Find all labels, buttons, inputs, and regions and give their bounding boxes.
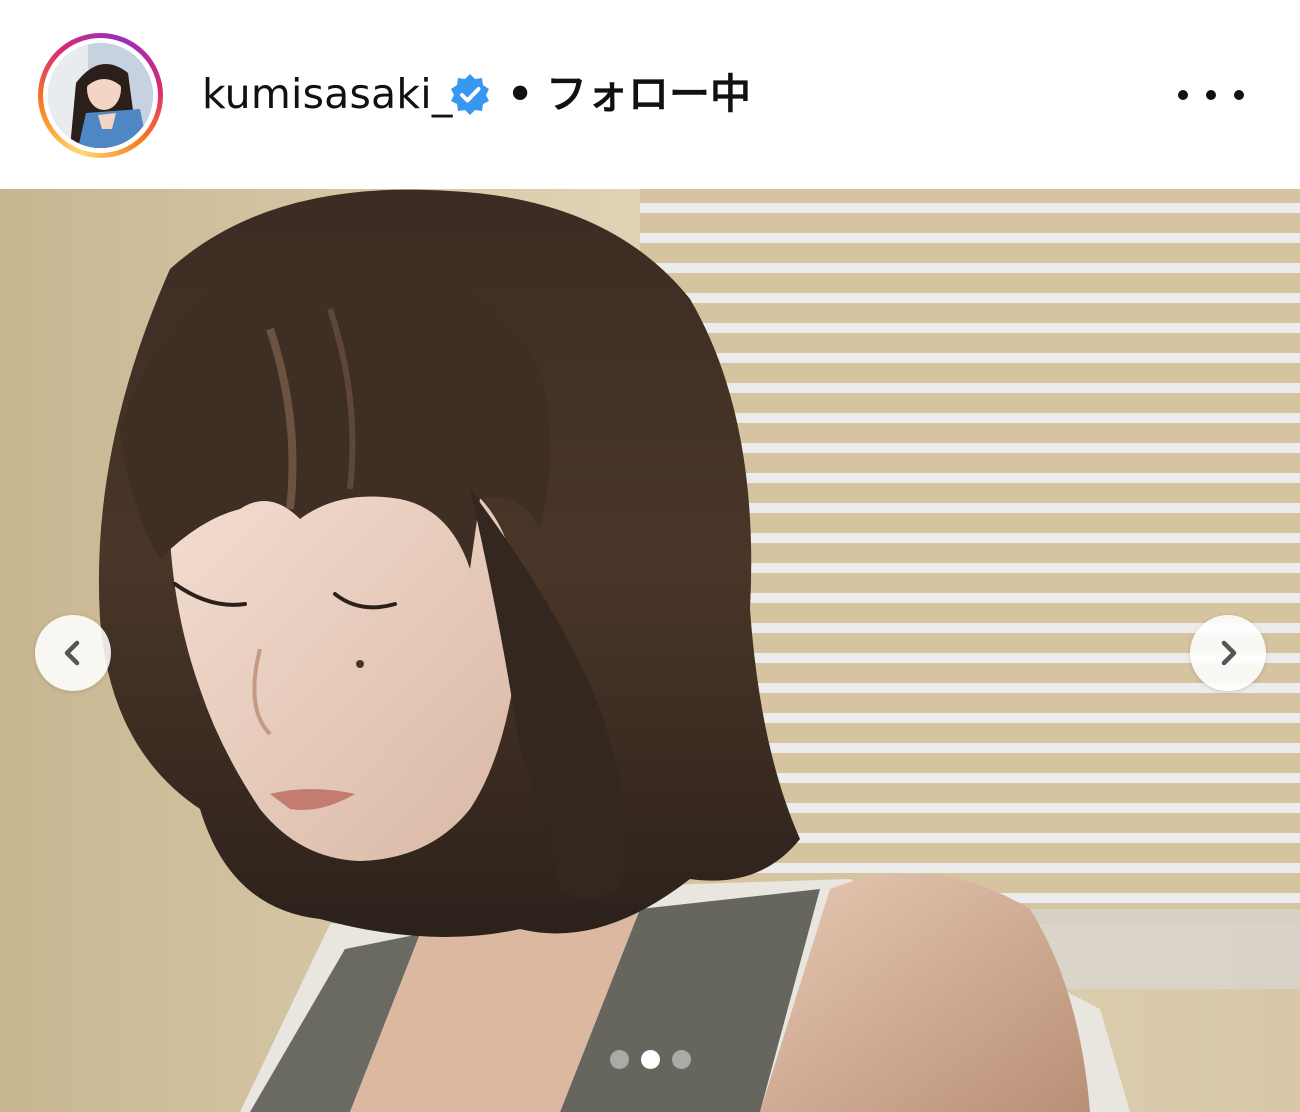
carousel-dot[interactable] xyxy=(640,1050,660,1069)
post-photo[interactable] xyxy=(0,189,1300,1112)
avatar[interactable] xyxy=(48,43,153,148)
carousel-dot[interactable] xyxy=(671,1050,691,1069)
previous-slide-button[interactable] xyxy=(35,615,111,691)
next-slide-button[interactable] xyxy=(1190,615,1266,691)
carousel-dot[interactable] xyxy=(609,1050,629,1069)
story-ring[interactable] xyxy=(38,33,163,158)
post-header: kumisasaki_ • フォロー中 xyxy=(0,0,1300,189)
verified-badge-icon xyxy=(448,72,492,116)
chevron-left-icon xyxy=(64,640,80,666)
chevron-right-icon xyxy=(1221,640,1237,666)
more-options-icon[interactable] xyxy=(1178,78,1244,112)
separator-dot: • xyxy=(507,70,534,118)
carousel-indicator xyxy=(0,1050,1300,1072)
following-status-button[interactable]: フォロー中 xyxy=(546,66,751,122)
username[interactable]: kumisasaki_ xyxy=(202,66,453,122)
